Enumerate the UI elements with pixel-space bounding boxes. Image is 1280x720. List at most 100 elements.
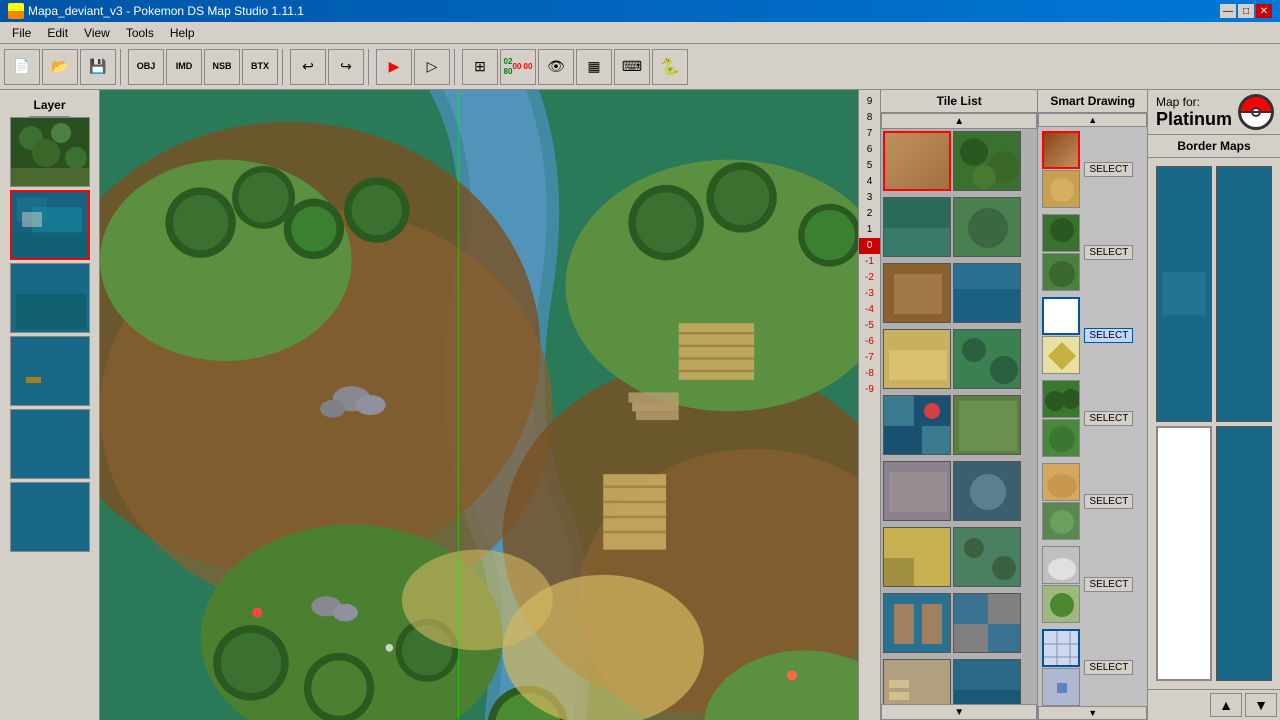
smart-scroll-down[interactable]: ▼ xyxy=(1038,706,1147,720)
tile-18[interactable] xyxy=(953,659,1021,704)
z-0[interactable]: 0 xyxy=(859,238,880,254)
menu-help[interactable]: Help xyxy=(162,24,203,42)
z-neg5[interactable]: -5 xyxy=(859,318,880,334)
tile-17[interactable] xyxy=(883,659,951,704)
smart-select-3[interactable]: SELECT xyxy=(1084,328,1133,343)
tile-scroll-up[interactable]: ▲ xyxy=(881,113,1037,129)
z-2[interactable]: 2 xyxy=(859,206,880,222)
tile-scroll-down[interactable]: ▼ xyxy=(881,704,1037,720)
border-map-bottomleft[interactable] xyxy=(1156,426,1212,682)
z-neg6[interactable]: -6 xyxy=(859,334,880,350)
smart-tile-6b[interactable] xyxy=(1042,585,1080,623)
smart-select-7[interactable]: SELECT xyxy=(1084,660,1133,675)
imd-button[interactable]: IMD xyxy=(166,49,202,85)
grid-tool[interactable]: ⊞ xyxy=(462,49,498,85)
snake-tool[interactable]: 🐍 xyxy=(652,49,688,85)
border-map-bottomright[interactable] xyxy=(1216,426,1272,682)
z-neg3[interactable]: -3 xyxy=(859,286,880,302)
smart-tile-2a[interactable] xyxy=(1042,214,1080,252)
open-button[interactable]: 📂 xyxy=(42,49,78,85)
z-6[interactable]: 6 xyxy=(859,142,880,158)
nav-up-button[interactable]: ▲ xyxy=(1210,693,1242,717)
smart-tile-4a[interactable] xyxy=(1042,380,1080,418)
layer-5[interactable] xyxy=(10,482,90,552)
z-neg2[interactable]: -2 xyxy=(859,270,880,286)
z-4[interactable]: 4 xyxy=(859,174,880,190)
smart-tile-6a[interactable] xyxy=(1042,546,1080,584)
new-button[interactable]: 📄 xyxy=(4,49,40,85)
tile-16[interactable] xyxy=(953,593,1021,653)
z-9[interactable]: 9 xyxy=(859,94,880,110)
obj-button[interactable]: OBJ xyxy=(128,49,164,85)
close-button[interactable]: ✕ xyxy=(1256,4,1272,18)
smart-scroll-area[interactable]: SELECT SELECT xyxy=(1038,127,1147,706)
tile-14[interactable] xyxy=(953,527,1021,587)
tile-13[interactable] xyxy=(883,527,951,587)
smart-select-5[interactable]: SELECT xyxy=(1084,494,1133,509)
minimize-button[interactable]: — xyxy=(1220,4,1236,18)
undo-button[interactable]: ↩ xyxy=(290,49,326,85)
z-neg7[interactable]: -7 xyxy=(859,350,880,366)
numbers-tool[interactable]: 028000 00 xyxy=(500,49,536,85)
menu-tools[interactable]: Tools xyxy=(118,24,162,42)
nav-down-button[interactable]: ▼ xyxy=(1245,693,1277,717)
move-tool[interactable]: ▷ xyxy=(414,49,450,85)
smart-tile-4b[interactable] xyxy=(1042,419,1080,457)
smart-tile-5b[interactable] xyxy=(1042,502,1080,540)
border-map-topright[interactable] xyxy=(1216,166,1272,422)
layer-0[interactable] xyxy=(10,117,90,187)
tile-5[interactable] xyxy=(883,263,951,323)
maximize-button[interactable]: □ xyxy=(1238,4,1254,18)
layer-4[interactable] xyxy=(10,409,90,479)
tile-10[interactable] xyxy=(953,395,1021,455)
menu-file[interactable]: File xyxy=(4,24,39,42)
tile-2[interactable] xyxy=(953,131,1021,191)
tile-11[interactable] xyxy=(883,461,951,521)
z-neg1[interactable]: -1 xyxy=(859,254,880,270)
z-1[interactable]: 1 xyxy=(859,222,880,238)
map-canvas[interactable] xyxy=(100,90,880,720)
menu-view[interactable]: View xyxy=(76,24,118,42)
tile-1[interactable] xyxy=(883,131,951,191)
canvas-wrapper[interactable]: 9 8 7 6 5 4 3 2 1 0 -1 -2 -3 -4 -5 -6 -7… xyxy=(100,90,880,720)
cursor-tool[interactable]: ▶ xyxy=(376,49,412,85)
smart-tile-7a[interactable] xyxy=(1042,629,1080,667)
tile-9[interactable] xyxy=(883,395,951,455)
border-map-topleft[interactable] xyxy=(1156,166,1212,422)
z-neg9[interactable]: -9 xyxy=(859,382,880,398)
menu-edit[interactable]: Edit xyxy=(39,24,76,42)
tile-15[interactable] xyxy=(883,593,951,653)
smart-tile-2b[interactable] xyxy=(1042,253,1080,291)
btx-button[interactable]: BTX xyxy=(242,49,278,85)
smart-scroll-up[interactable]: ▲ xyxy=(1038,113,1147,127)
smart-tile-7b[interactable] xyxy=(1042,668,1080,706)
eye-tool[interactable]: 👁 xyxy=(538,49,574,85)
layer-2[interactable] xyxy=(10,263,90,333)
z-8[interactable]: 8 xyxy=(859,110,880,126)
save-button[interactable]: 💾 xyxy=(80,49,116,85)
smart-tile-3a[interactable] xyxy=(1042,297,1080,335)
smart-select-1[interactable]: SELECT xyxy=(1084,162,1133,177)
smart-select-2[interactable]: SELECT xyxy=(1084,245,1133,260)
smart-tile-5a[interactable] xyxy=(1042,463,1080,501)
tile-7[interactable] xyxy=(883,329,951,389)
tile-scroll-area[interactable] xyxy=(881,129,1037,704)
layer-1[interactable] xyxy=(10,190,90,260)
smart-select-4[interactable]: SELECT xyxy=(1084,411,1133,426)
z-neg8[interactable]: -8 xyxy=(859,366,880,382)
layer-3[interactable] xyxy=(10,336,90,406)
tile-6[interactable] xyxy=(953,263,1021,323)
redo-button[interactable]: ↪ xyxy=(328,49,364,85)
z-neg4[interactable]: -4 xyxy=(859,302,880,318)
tile-4[interactable] xyxy=(953,197,1021,257)
z-3[interactable]: 3 xyxy=(859,190,880,206)
tile-12[interactable] xyxy=(953,461,1021,521)
smart-tile-1a[interactable] xyxy=(1042,131,1080,169)
smart-select-6[interactable]: SELECT xyxy=(1084,577,1133,592)
smart-tile-1b[interactable] xyxy=(1042,170,1080,208)
z-5[interactable]: 5 xyxy=(859,158,880,174)
tile-8[interactable] xyxy=(953,329,1021,389)
z-7[interactable]: 7 xyxy=(859,126,880,142)
nsb-button[interactable]: NSB xyxy=(204,49,240,85)
smart-tile-3b[interactable] xyxy=(1042,336,1080,374)
